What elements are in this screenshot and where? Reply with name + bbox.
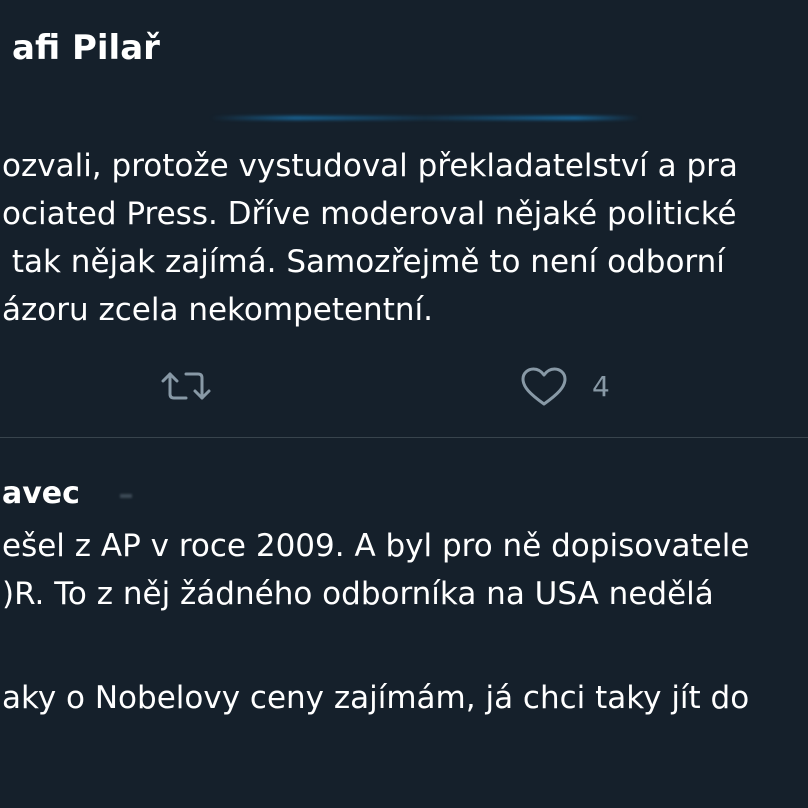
reply-text-line: ešel z AP v roce 2009. A byl pro ně dopi… xyxy=(2,528,750,564)
tweet-text: ozvali, protože vystudoval překladatelst… xyxy=(2,142,738,334)
reply-text-line: aky o Nobelovy ceny zajímám, já chci tak… xyxy=(2,680,750,716)
reply-author-name[interactable]: avec xyxy=(2,476,80,511)
blurred-handle xyxy=(120,494,132,498)
divider xyxy=(0,437,808,438)
like-count: 4 xyxy=(592,370,610,403)
tweet-text-line: ociated Press. Dříve moderoval nějaké po… xyxy=(2,196,737,232)
tweet-author-name[interactable]: afi Pilař xyxy=(12,28,160,68)
reply-text-paragraph-2: aky o Nobelovy ceny zajímám, já chci tak… xyxy=(2,674,749,722)
retweet-icon[interactable] xyxy=(160,366,212,406)
heart-icon[interactable] xyxy=(520,366,568,408)
reply-text-line: )R. To z něj žádného odborníka na USA ne… xyxy=(2,576,714,612)
tweet-thread: afi Pilař ozvali, protože vystudoval pře… xyxy=(0,0,808,808)
blurred-link xyxy=(210,116,640,120)
tweet-actions: 4 xyxy=(0,364,808,408)
tweet-text-line: ázoru zcela nekompetentní. xyxy=(2,292,433,328)
tweet-text-line: ozvali, protože vystudoval překladatelst… xyxy=(2,148,738,184)
reply-text: ešel z AP v roce 2009. A byl pro ně dopi… xyxy=(2,522,749,618)
tweet-text-line: tak nějak zajímá. Samozřejmě to není odb… xyxy=(2,244,725,280)
